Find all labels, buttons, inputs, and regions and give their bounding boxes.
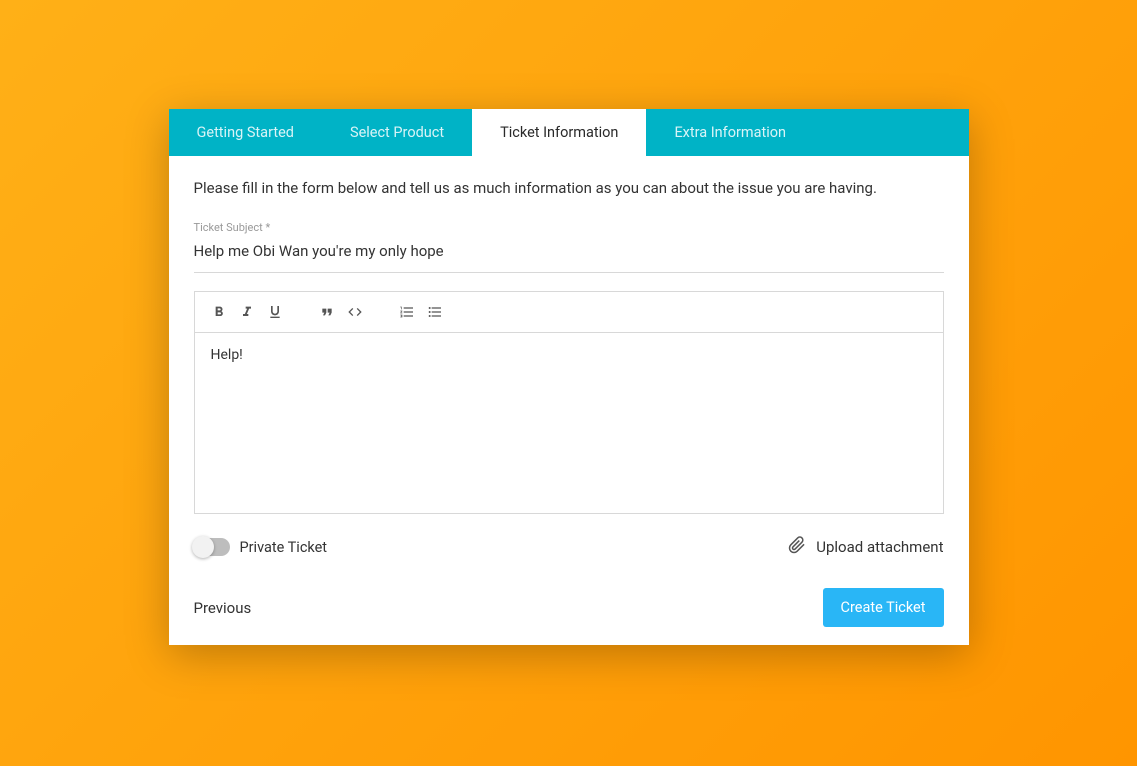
unordered-list-icon[interactable] bbox=[423, 300, 447, 324]
quote-icon[interactable] bbox=[315, 300, 339, 324]
instructions-text: Please fill in the form below and tell u… bbox=[194, 178, 944, 199]
previous-button[interactable]: Previous bbox=[194, 599, 252, 617]
editor-toolbar bbox=[195, 292, 943, 333]
paperclip-icon bbox=[788, 534, 806, 560]
form-content: Please fill in the form below and tell u… bbox=[169, 156, 969, 645]
tab-ticket-information[interactable]: Ticket Information bbox=[472, 109, 646, 156]
code-icon[interactable] bbox=[343, 300, 367, 324]
private-ticket-label: Private Ticket bbox=[240, 539, 328, 556]
tabs-bar: Getting Started Select Product Ticket In… bbox=[169, 109, 969, 156]
rich-text-editor: Help! bbox=[194, 291, 944, 514]
options-row: Private Ticket Upload attachment bbox=[194, 534, 944, 560]
ticket-form-card: Getting Started Select Product Ticket In… bbox=[169, 109, 969, 645]
tab-getting-started[interactable]: Getting Started bbox=[169, 109, 322, 156]
bold-icon[interactable] bbox=[207, 300, 231, 324]
private-toggle-wrap: Private Ticket bbox=[194, 538, 328, 556]
subject-input[interactable] bbox=[194, 238, 944, 273]
create-ticket-button[interactable]: Create Ticket bbox=[823, 588, 944, 627]
footer-row: Previous Create Ticket bbox=[194, 588, 944, 627]
subject-label: Ticket Subject * bbox=[194, 221, 944, 234]
private-ticket-toggle[interactable] bbox=[194, 538, 230, 556]
ordered-list-icon[interactable] bbox=[395, 300, 419, 324]
tab-extra-information[interactable]: Extra Information bbox=[646, 109, 814, 156]
italic-icon[interactable] bbox=[235, 300, 259, 324]
tab-select-product[interactable]: Select Product bbox=[322, 109, 472, 156]
upload-attachment-label: Upload attachment bbox=[816, 538, 943, 556]
upload-attachment-button[interactable]: Upload attachment bbox=[788, 534, 943, 560]
underline-icon[interactable] bbox=[263, 300, 287, 324]
editor-body[interactable]: Help! bbox=[195, 333, 943, 513]
